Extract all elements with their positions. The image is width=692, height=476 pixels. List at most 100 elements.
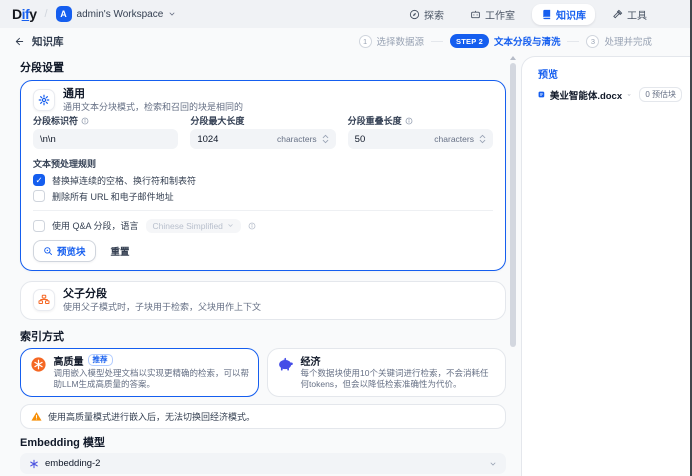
number-stepper[interactable] [322,134,329,144]
robot-icon [470,9,481,20]
step-divider [567,41,579,42]
nav-item-tools[interactable]: 工具 [603,4,656,25]
max-length-input[interactable] [197,134,273,145]
parent-child-subtitle: 使用父子模式时，子块用于检索，父块用作上下文 [63,302,261,312]
general-card-title: 通用 [63,89,243,100]
preview-button-label: 预览块 [57,244,86,258]
field-label: 分段标识符 [33,116,78,126]
scroll-up-arrow-icon[interactable] [510,56,516,60]
option-desc: 每个数据块使用10个关键词进行检索，不会消耗任何tokens，但会以降低检索准确… [301,368,497,390]
recommended-badge: 推荐 [88,354,113,366]
option-desc: 调用嵌入模型处理文档以实现更精确的检索，可以帮助LLM生成高质量的答案。 [54,368,250,390]
document-icon [538,88,545,101]
workspace-switcher[interactable]: A admin's Workspace [56,6,177,22]
field-label: 分段最大长度 [190,116,244,126]
language-select[interactable]: Chinese Simplified [146,219,241,233]
section-title-embedding-model: Embedding 模型 [20,437,506,449]
parent-child-card[interactable]: 父子分段 使用父子模式时，子块用于检索，父块用作上下文 [20,281,506,320]
checkbox-unchecked[interactable] [33,190,45,202]
info-icon[interactable] [81,117,89,125]
rule-replace-whitespace: 替换掉连续的空格、换行符和制表符 [33,174,493,186]
step-label: 文本分段与清洗 [494,34,561,48]
field-label: 分段重叠长度 [348,116,402,126]
card-actions: 预览块 重置 [33,240,493,262]
page-header: 知识库 1 选择数据源 STEP 2 文本分段与清洗 3 处理并完成 [0,28,692,54]
back-label: 知识库 [32,34,64,49]
reset-button[interactable]: 重置 [111,244,130,258]
checkbox-checked[interactable] [33,174,45,186]
card-divider [33,210,493,211]
step-item-3: 3 处理并完成 [586,34,652,48]
chevron-down-icon [627,91,631,99]
file-name: 美业智能体.docx [550,88,622,102]
general-mode-card[interactable]: 通用 通用文本分块模式，检索和召回的块是相同的 分段标识符 分段最大长度 cha… [20,80,506,271]
option-economical[interactable]: 经济 每个数据块使用10个关键词进行检索，不会消耗任何tokens，但会以降低检… [267,348,507,397]
hammer-icon [612,9,623,20]
language-value: Chinese Simplified [153,221,223,231]
preview-title: 预览 [538,70,682,81]
preview-panel: 预览 美业智能体.docx 0 预估块 [521,56,692,476]
qa-segmentation-row: 使用 Q&A 分段，语言 Chinese Simplified [33,219,493,232]
section-title-segmentation: 分段设置 [20,62,506,74]
index-method-warning: 使用高质量模式进行嵌入后，无法切换回经济模式。 [20,404,506,429]
rules-title: 文本预处理规则 [33,159,493,169]
compass-icon [409,9,420,20]
model-name: embedding-2 [45,458,100,469]
section-title-index-method: 索引方式 [20,331,506,343]
rule-remove-urls: 删除所有 URL 和电子邮件地址 [33,190,493,202]
book-icon [541,9,552,20]
scrollbar-thumb[interactable] [510,63,516,347]
main-nav: 探索 工作室 知识库 工具 [400,4,656,25]
workspace-name: admin's Workspace [77,9,164,20]
parent-child-title: 父子分段 [63,289,261,300]
file-selector[interactable]: 美业智能体.docx 0 预估块 [538,87,682,102]
warning-text: 使用高质量模式进行嵌入后，无法切换回经济模式。 [48,410,255,423]
sparkle-icon [30,356,47,373]
option-high-quality[interactable]: 高质量 推荐 调用嵌入模型处理文档以实现更精确的检索，可以帮助LLM生成高质量的… [20,348,259,397]
step-item-1: 1 选择数据源 [359,34,425,48]
breadcrumb-separator: / [44,8,47,20]
chevron-down-icon [168,10,176,18]
field-overlap: 分段重叠长度 characters [348,116,493,149]
delimiter-input[interactable] [40,134,171,145]
number-stepper[interactable] [479,134,486,144]
chunk-count-badge: 0 预估块 [639,87,682,102]
qa-checkbox[interactable] [33,220,45,232]
step-label: 选择数据源 [377,34,425,48]
rule-label: 删除所有 URL 和电子邮件地址 [52,190,174,203]
nav-item-knowledge[interactable]: 知识库 [532,4,595,25]
rule-label: 替换掉连续的空格、换行符和制表符 [52,174,196,187]
chevron-down-icon [479,139,486,144]
gear-icon [33,89,55,111]
step-number: 1 [359,35,372,48]
step-item-2: STEP 2 文本分段与清洗 [450,34,560,48]
hierarchy-icon [33,289,55,311]
overlap-input[interactable] [355,134,431,145]
preview-pane-wrapper: 预览 美业智能体.docx 0 预估块 [521,54,692,476]
characters-suffix: characters [273,134,322,144]
back-button[interactable]: 知识库 [14,34,64,49]
info-icon[interactable] [405,117,413,125]
content-area: 分段设置 通用 通用文本分块模式，检索和召回的块是相同的 分段标识符 [0,54,692,476]
step-pill: STEP 2 [450,34,489,48]
dify-logo[interactable]: Dify [12,6,36,22]
step-number: 3 [586,35,599,48]
top-bar: Dify / A admin's Workspace 探索 工作室 知识库 工具 [0,0,692,28]
preview-chunk-button[interactable]: 预览块 [33,240,96,262]
embedding-model-select[interactable]: embedding-2 [20,453,506,474]
nav-item-explore[interactable]: 探索 [400,4,453,25]
qa-label: 使用 Q&A 分段，语言 [52,219,139,232]
piggy-bank-icon [277,356,294,373]
arrow-left-icon [14,36,25,47]
scrollbar[interactable] [506,54,521,476]
info-icon[interactable] [248,222,256,230]
chevron-down-icon [489,460,497,468]
warning-icon [31,411,42,422]
step-label: 处理并完成 [604,34,652,48]
nav-label: 工具 [627,7,647,22]
step-divider [431,41,443,42]
nav-item-studio[interactable]: 工作室 [461,4,524,25]
characters-suffix: characters [430,134,479,144]
option-title: 高质量 [54,353,84,368]
chevron-down-icon [227,222,234,229]
